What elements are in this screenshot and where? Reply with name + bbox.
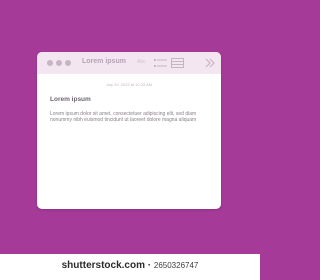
watermark-bar: shutterstock.com · 2650326747 [0, 254, 260, 280]
watermark-separator: · [144, 260, 154, 271]
note-heading: Lorem ipsum [50, 96, 91, 103]
window-close-dot-icon[interactable] [47, 60, 53, 66]
list-view-icon[interactable] [154, 58, 168, 68]
watermark-id: 2650326747 [153, 261, 199, 270]
grid-view-icon[interactable] [171, 58, 184, 68]
watermark-brand: shutterstock.com [61, 260, 145, 271]
window-title: Lorem ipsum [82, 58, 126, 65]
window-minimize-dot-icon[interactable] [56, 60, 62, 66]
window-maximize-dot-icon[interactable] [65, 60, 71, 66]
chevron-right-double-icon[interactable] [205, 58, 215, 68]
toolbar-label: Abc [137, 59, 146, 65]
app-window: Lorem ipsum Abc July 20, 2023 at 10:25 A… [37, 52, 221, 209]
note-body: Lorem ipsum dolor sit amet, consectetuer… [50, 111, 197, 123]
title-bar: Lorem ipsum Abc [37, 52, 221, 74]
watermark-text: shutterstock.com · 2650326747 [0, 260, 260, 271]
note-timestamp: July 20, 2023 at 10:25 AM [105, 82, 153, 87]
